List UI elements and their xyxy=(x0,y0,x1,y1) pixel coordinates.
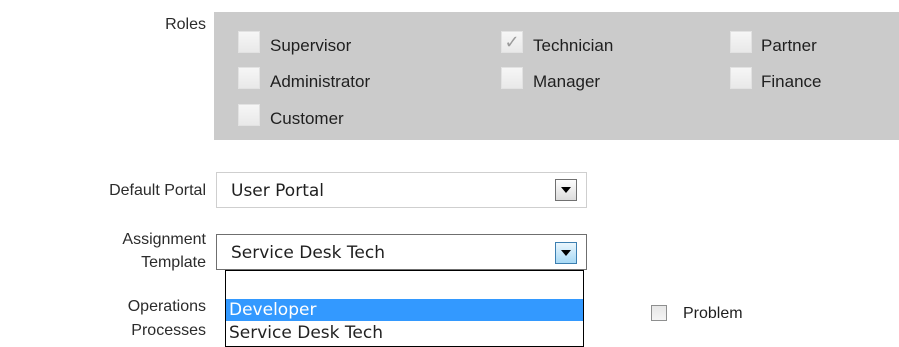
assignment-template-options-list: Developer Service Desk Tech xyxy=(225,270,584,347)
chevron-down-icon xyxy=(561,187,571,193)
administrator-checkbox[interactable] xyxy=(238,67,260,89)
assignment-template-option-service-desk-tech[interactable]: Service Desk Tech xyxy=(226,322,583,344)
operations-processes-label-line2: Processes xyxy=(131,322,206,339)
technician-checkbox[interactable]: ✓ xyxy=(501,31,523,53)
check-icon: ✓ xyxy=(504,32,520,52)
assignment-template-label-line1: Assignment xyxy=(122,231,206,248)
administrator-label: Administrator xyxy=(270,72,371,91)
default-portal-label: Default Portal xyxy=(109,182,206,199)
partner-checkbox[interactable] xyxy=(730,31,752,53)
default-portal-select[interactable]: User Portal xyxy=(216,172,587,208)
assignment-template-option-blank[interactable] xyxy=(226,274,583,296)
roles-panel: Supervisor ✓ Technician Partner Administ… xyxy=(214,12,899,140)
technician-label: Technician xyxy=(533,36,614,55)
customer-checkbox[interactable] xyxy=(238,104,260,126)
supervisor-checkbox[interactable] xyxy=(238,31,260,53)
assignment-template-option-developer[interactable]: Developer xyxy=(226,299,583,321)
problem-checkbox[interactable] xyxy=(651,305,667,321)
assignment-template-dropdown-button[interactable] xyxy=(555,242,577,264)
roles-label: Roles xyxy=(165,16,206,33)
manager-checkbox[interactable] xyxy=(501,67,523,89)
finance-checkbox[interactable] xyxy=(730,67,752,89)
partner-label: Partner xyxy=(761,36,817,55)
customer-label: Customer xyxy=(270,109,344,128)
chevron-down-icon xyxy=(561,250,571,256)
assignment-template-value: Service Desk Tech xyxy=(231,243,385,263)
manager-label: Manager xyxy=(533,72,601,91)
default-portal-value: User Portal xyxy=(231,181,324,201)
operations-processes-label-line1: Operations xyxy=(127,298,206,315)
assignment-template-label-line2: Template xyxy=(141,254,206,271)
default-portal-dropdown-button[interactable] xyxy=(555,179,577,201)
assignment-template-select[interactable]: Service Desk Tech xyxy=(216,234,587,270)
supervisor-label: Supervisor xyxy=(270,36,352,55)
finance-label: Finance xyxy=(761,72,822,91)
problem-label: Problem xyxy=(683,305,743,322)
